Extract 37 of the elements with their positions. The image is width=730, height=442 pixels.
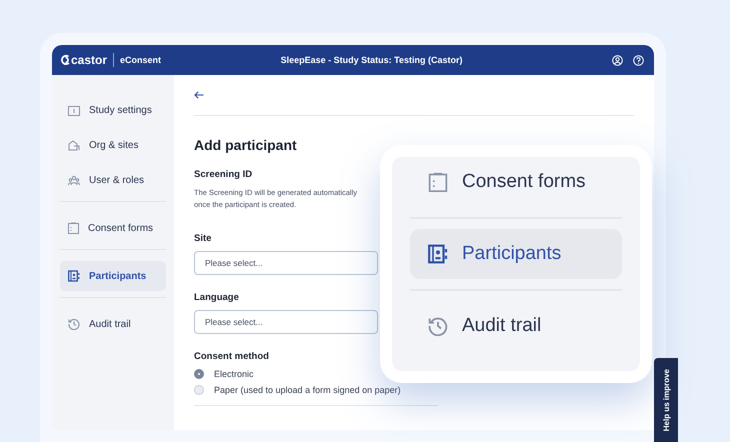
contact-card-icon bbox=[428, 244, 448, 264]
folder-info-icon bbox=[68, 104, 80, 116]
logo-icon bbox=[60, 54, 71, 66]
user-icon[interactable] bbox=[612, 54, 623, 66]
select-field[interactable]: Please select... bbox=[194, 251, 378, 275]
back-arrow-icon[interactable] bbox=[194, 91, 204, 99]
sidebar-item[interactable]: Audit trail bbox=[60, 309, 166, 339]
history-icon bbox=[428, 316, 448, 336]
sidebar-item[interactable]: User & roles bbox=[60, 165, 166, 195]
history-icon bbox=[68, 318, 80, 330]
select-field[interactable]: Please select... bbox=[194, 310, 378, 334]
sidebar-item[interactable]: Study settings bbox=[60, 95, 166, 125]
sidebar-item[interactable]: Audit trail bbox=[410, 301, 622, 351]
contact-card-icon bbox=[68, 270, 80, 282]
option-label: Paper (used to upload a form signed on paper) bbox=[214, 385, 401, 395]
sidebar-item[interactable]: Consent forms bbox=[410, 157, 622, 207]
sidebar-item[interactable]: Participants bbox=[60, 261, 166, 291]
radio-button[interactable] bbox=[194, 369, 204, 379]
clipboard-icon bbox=[68, 222, 79, 234]
users-icon bbox=[68, 174, 80, 186]
sidebar-item[interactable]: Org & sites bbox=[60, 130, 166, 160]
logo-text: castor bbox=[71, 53, 114, 67]
sidebar-item[interactable]: Consent forms bbox=[60, 213, 166, 243]
feedback-button[interactable]: Help us improve bbox=[654, 358, 678, 442]
field-label: Consent method bbox=[194, 351, 269, 362]
field-label: Language bbox=[194, 292, 239, 303]
page-title: Add participant bbox=[194, 137, 298, 153]
field-label: Site bbox=[194, 233, 212, 244]
window-title: SleepEase - Study Status: Testing (Castor) bbox=[280, 55, 464, 65]
radio-button[interactable] bbox=[194, 385, 204, 395]
field-label: Screening ID bbox=[194, 169, 252, 180]
help-icon[interactable] bbox=[633, 54, 644, 66]
clipboard-icon bbox=[428, 172, 448, 192]
building-icon bbox=[68, 140, 80, 150]
option-label: Electronic bbox=[214, 369, 254, 379]
sidebar-item[interactable]: Participants bbox=[410, 229, 622, 279]
product-name: eConsent bbox=[119, 55, 162, 65]
